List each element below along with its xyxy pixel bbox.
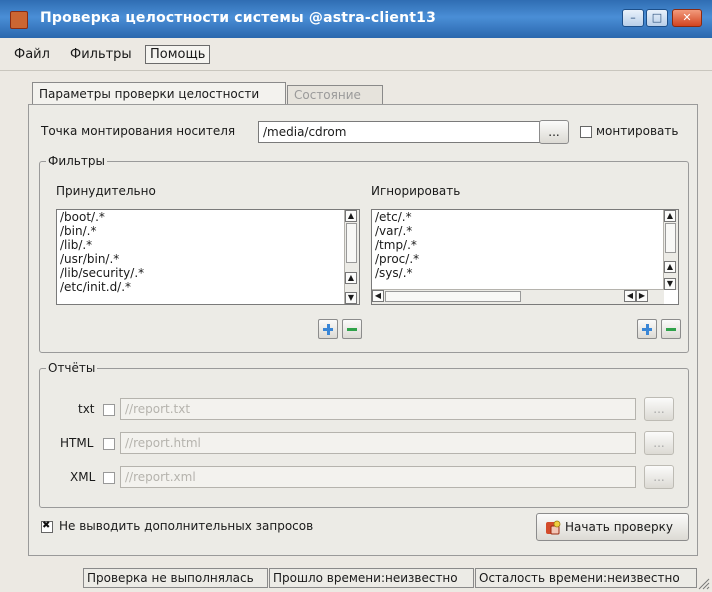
resize-grip-icon[interactable] xyxy=(696,576,710,590)
report-html-browse-button[interactable]: ... xyxy=(644,431,674,455)
reports-group-title: Отчёты xyxy=(46,361,98,375)
tab-panel: Точка монтирования носителя /media/cdrom… xyxy=(28,104,698,556)
close-button[interactable]: ✕ xyxy=(672,9,702,27)
menu-help[interactable]: Помощь xyxy=(145,45,211,64)
scroll-down-icon[interactable]: ▼ xyxy=(345,292,357,304)
force-list[interactable]: /boot/.*/bin/.*/lib/.*/usr/bin/.*/lib/se… xyxy=(56,209,360,305)
mount-point-input[interactable]: /media/cdrom xyxy=(258,121,563,143)
ignore-label: Игнорировать xyxy=(371,184,461,198)
start-check-label: Начать проверку xyxy=(565,520,673,534)
scroll-left-icon[interactable]: ◀ xyxy=(372,290,384,302)
reports-group: Отчёты txt //report.txt ... HTML //repor… xyxy=(39,361,689,508)
tab-check-params[interactable]: Параметры проверки целостности xyxy=(32,82,286,104)
start-check-icon xyxy=(546,520,561,535)
minimize-icon: – xyxy=(630,11,636,24)
status-check: Проверка не выполнялась xyxy=(83,568,268,588)
scroll-up-icon[interactable]: ▲ xyxy=(664,210,676,222)
report-txt-checkbox[interactable] xyxy=(103,404,115,416)
main-window: Проверка целостности системы @astra-clie… xyxy=(0,0,712,592)
no-extra-prompts-label: Не выводить дополнительных запросов xyxy=(59,519,314,533)
list-item[interactable]: /var/.* xyxy=(372,224,678,238)
report-txt-input[interactable]: //report.txt xyxy=(120,398,636,420)
scroll-thumb[interactable] xyxy=(665,223,676,253)
status-remaining: Осталость времени:неизвестно xyxy=(475,568,697,588)
list-item[interactable]: /tmp/.* xyxy=(372,238,678,252)
report-txt-browse-button[interactable]: ... xyxy=(644,397,674,421)
ignore-list-items: /etc/.*/var/.*/tmp/.*/proc/.*/sys/.* xyxy=(372,210,678,280)
list-item[interactable]: /lib/security/.* xyxy=(57,266,359,280)
force-label: Принудительно xyxy=(56,184,156,198)
report-html-checkbox[interactable] xyxy=(103,438,115,450)
minimize-button[interactable]: – xyxy=(622,9,644,27)
tab-status[interactable]: Состояние xyxy=(287,85,383,104)
ignore-list-vscrollbar[interactable]: ▲ ▲ ▼ xyxy=(663,210,678,290)
ignore-list[interactable]: /etc/.*/var/.*/tmp/.*/proc/.*/sys/.* ▲ ▲… xyxy=(371,209,679,305)
no-extra-prompts-checkbox[interactable] xyxy=(41,520,53,533)
app-icon xyxy=(10,11,28,29)
mount-checkbox[interactable] xyxy=(580,126,592,138)
list-item[interactable]: /boot/.* xyxy=(57,210,359,224)
menu-file[interactable]: Файл xyxy=(10,46,54,63)
mount-browse-button[interactable]: ... xyxy=(539,120,569,144)
scroll-up-icon[interactable]: ▲ xyxy=(345,210,357,222)
report-xml-input[interactable]: //report.xml xyxy=(120,466,636,488)
filters-group-title: Фильтры xyxy=(46,154,107,168)
scroll-thumb[interactable] xyxy=(385,291,521,302)
list-item[interactable]: /sys/.* xyxy=(372,266,678,280)
maximize-icon: □ xyxy=(651,11,663,24)
list-item[interactable]: /proc/.* xyxy=(372,252,678,266)
scroll-down-icon[interactable]: ▼ xyxy=(664,278,676,290)
close-icon: ✕ xyxy=(682,11,692,24)
ignore-add-button[interactable] xyxy=(637,319,657,339)
report-xml-label: XML xyxy=(70,470,96,484)
scroll-up-icon[interactable]: ▲ xyxy=(345,272,357,284)
list-item[interactable]: /bin/.* xyxy=(57,224,359,238)
report-xml-checkbox[interactable] xyxy=(103,472,115,484)
scroll-thumb[interactable] xyxy=(346,223,357,263)
menu-bar: Файл Фильтры Помощь xyxy=(0,38,712,71)
report-html-label: HTML xyxy=(60,436,94,450)
list-item[interactable]: /lib/.* xyxy=(57,238,359,252)
status-bar: Проверка не выполнялась Прошло времени:н… xyxy=(0,564,712,592)
status-elapsed: Прошло времени:неизвестно xyxy=(269,568,474,588)
title-bar[interactable]: Проверка целостности системы @astra-clie… xyxy=(0,0,712,38)
force-remove-button[interactable] xyxy=(342,319,362,339)
ignore-list-hscrollbar[interactable]: ◀ ◀ ▶ xyxy=(372,289,664,304)
menu-filters[interactable]: Фильтры xyxy=(66,46,136,63)
list-item[interactable]: /etc/init.d/.* xyxy=(57,280,359,294)
force-list-items: /boot/.*/bin/.*/lib/.*/usr/bin/.*/lib/se… xyxy=(57,210,359,294)
report-html-input[interactable]: //report.html xyxy=(120,432,636,454)
filters-group: Фильтры Принудительно /boot/.*/bin/.*/li… xyxy=(39,154,689,353)
window-title: Проверка целостности системы @astra-clie… xyxy=(40,10,437,26)
scroll-up-icon[interactable]: ▲ xyxy=(664,261,676,273)
report-xml-browse-button[interactable]: ... xyxy=(644,465,674,489)
maximize-button[interactable]: □ xyxy=(646,9,668,27)
scroll-left-icon[interactable]: ◀ xyxy=(624,290,636,302)
scroll-right-icon[interactable]: ▶ xyxy=(636,290,648,302)
list-item[interactable]: /usr/bin/.* xyxy=(57,252,359,266)
mount-point-label: Точка монтирования носителя xyxy=(41,124,236,138)
force-add-button[interactable] xyxy=(318,319,338,339)
ignore-remove-button[interactable] xyxy=(661,319,681,339)
list-item[interactable]: /etc/.* xyxy=(372,210,678,224)
start-check-button[interactable]: Начать проверку xyxy=(536,513,689,541)
mount-checkbox-label: монтировать xyxy=(596,124,679,138)
report-txt-label: txt xyxy=(78,402,95,416)
force-list-scrollbar[interactable]: ▲ ▲ ▼ xyxy=(344,210,359,304)
